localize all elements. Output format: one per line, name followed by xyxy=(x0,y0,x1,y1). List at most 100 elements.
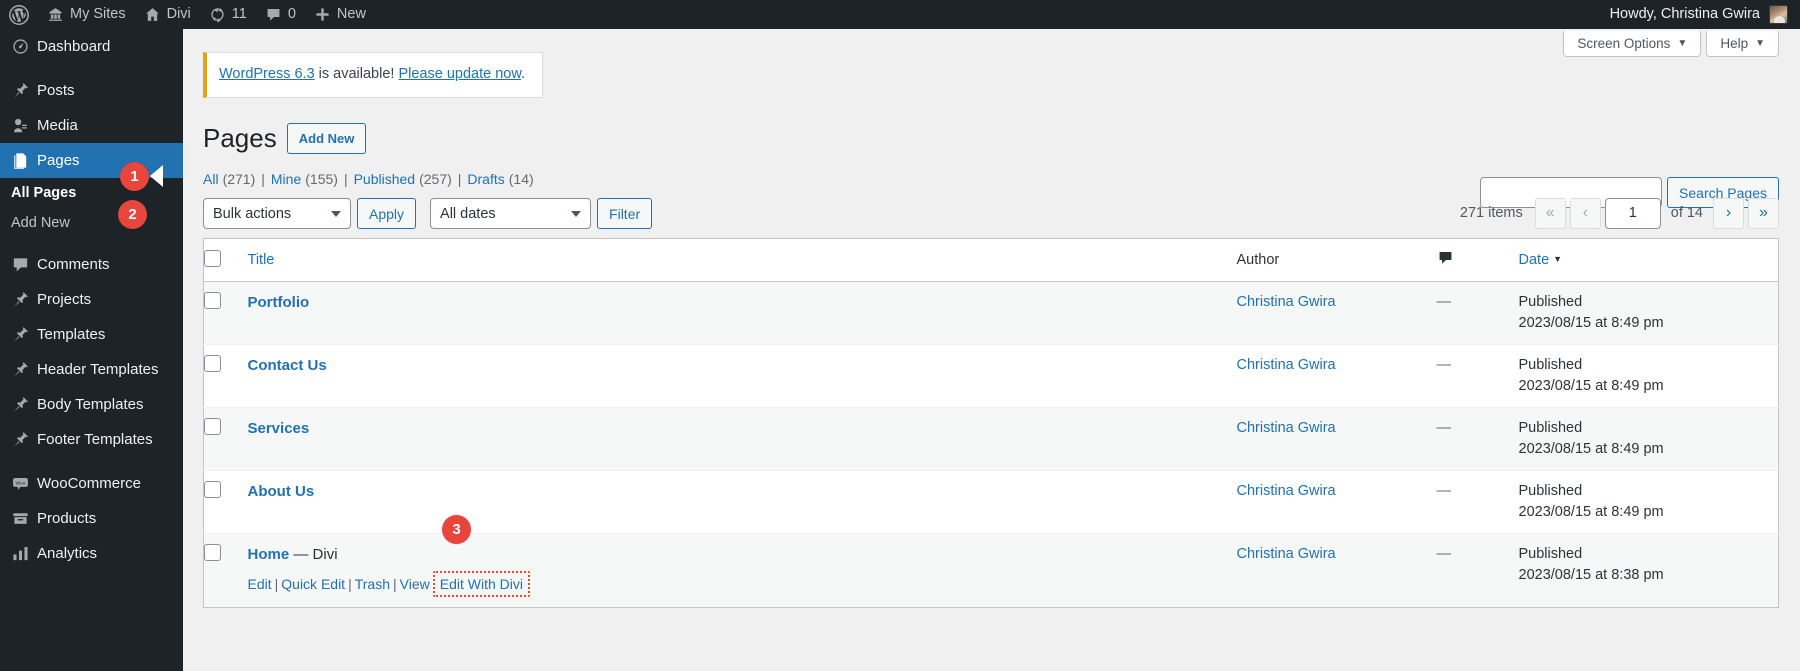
sidebar-item-add-new-page[interactable]: Add New xyxy=(0,208,183,238)
sidebar-item-label: Body Templates xyxy=(37,396,144,413)
author-link[interactable]: Christina Gwira xyxy=(1237,483,1336,499)
sidebar-item-label: Analytics xyxy=(37,545,98,562)
sidebar-item-templates[interactable]: Templates xyxy=(0,317,183,352)
admin-bar-item-my-sites[interactable]: My Sites xyxy=(38,0,135,29)
author-link[interactable]: Christina Gwira xyxy=(1237,546,1336,562)
row-date-cell: Published 2023/08/15 at 8:49 pm xyxy=(1518,343,1779,408)
sort-by-date-link[interactable]: Date xyxy=(1519,252,1550,268)
sidebar-item-analytics[interactable]: Analytics xyxy=(0,536,183,571)
pin-icon xyxy=(11,360,37,379)
pages-icon xyxy=(11,151,37,170)
table-row[interactable]: Portfolio Christina Gwira — Published 20… xyxy=(203,280,1779,345)
row-select-checkbox[interactable] xyxy=(204,291,221,309)
page-title-link[interactable]: Portfolio xyxy=(248,294,310,311)
author-link[interactable]: Christina Gwira xyxy=(1237,420,1336,436)
callout-number: 3 xyxy=(452,521,461,538)
total-pages-label: of 14 xyxy=(1670,205,1703,222)
status-filter-drafts[interactable]: Drafts (14) xyxy=(467,171,533,187)
author-link[interactable]: Christina Gwira xyxy=(1237,294,1336,310)
sidebar-item-media[interactable]: Media xyxy=(0,108,183,143)
edit-link[interactable]: Edit xyxy=(248,576,272,592)
bulk-actions-select-wrap: Bulk actions xyxy=(203,198,351,230)
comments-column-header xyxy=(1436,238,1519,282)
page-title-link[interactable]: Home — Divi xyxy=(248,546,338,563)
status-filter-link[interactable]: All xyxy=(203,171,219,187)
previous-page-button[interactable]: ‹ xyxy=(1569,197,1601,229)
sort-by-title-link[interactable]: Title xyxy=(248,252,275,268)
edit-with-divi-link[interactable]: Edit With Divi xyxy=(432,570,530,597)
table-row[interactable]: Contact Us Christina Gwira — Published 2… xyxy=(203,343,1779,408)
sidebar-item-body-templates[interactable]: Body Templates xyxy=(0,387,183,422)
admin-bar-item-site-name[interactable]: Divi xyxy=(135,0,200,29)
post-date: 2023/08/15 at 8:49 pm xyxy=(1518,503,1664,520)
wordpress-logo-button[interactable] xyxy=(0,0,38,29)
sidebar-item-label: Dashboard xyxy=(37,38,111,55)
status-filter-link[interactable]: Drafts xyxy=(467,171,504,187)
sidebar-item-woocommerce[interactable]: Woo WooCommerce xyxy=(0,466,183,501)
view-link[interactable]: View xyxy=(400,576,430,592)
row-checkbox-cell xyxy=(203,532,248,608)
status-filter-all[interactable]: All (271) | xyxy=(203,171,271,187)
sidebar-item-products[interactable]: Products xyxy=(0,501,183,536)
author-link[interactable]: Christina Gwira xyxy=(1237,357,1336,373)
row-select-checkbox[interactable] xyxy=(204,417,221,435)
sidebar-item-posts[interactable]: Posts xyxy=(0,73,183,108)
pin-icon xyxy=(11,290,37,309)
wordpress-version-link[interactable]: WordPress 6.3 xyxy=(219,66,315,82)
trash-link[interactable]: Trash xyxy=(355,576,390,592)
status-filter-published[interactable]: Published (257) | xyxy=(354,171,468,187)
page-title-text: Home xyxy=(247,545,290,563)
table-row[interactable]: Home — Divi Edit | Quick Edit | Trash | View Ed… xyxy=(203,532,1779,608)
admin-bar-label: My Sites xyxy=(70,6,126,22)
next-page-button[interactable]: › xyxy=(1713,197,1744,229)
sidebar-item-label: Pages xyxy=(37,152,80,169)
row-checkbox-cell xyxy=(203,280,248,345)
quick-edit-link[interactable]: Quick Edit xyxy=(281,576,345,592)
separator: | xyxy=(261,170,265,187)
table-row[interactable]: Services Christina Gwira — Published 202… xyxy=(203,406,1779,471)
status-filter-link[interactable]: Published xyxy=(354,171,416,187)
first-page-button[interactable]: « xyxy=(1534,197,1566,229)
sidebar-item-footer-templates[interactable]: Footer Templates xyxy=(0,422,183,457)
current-page-input[interactable] xyxy=(1604,197,1661,229)
status-filter-count: (14) xyxy=(508,170,534,187)
status-filter-link[interactable]: Mine xyxy=(271,171,301,187)
separator: | xyxy=(457,170,462,187)
post-status: Published xyxy=(1518,545,1583,562)
bulk-actions-select[interactable]: Bulk actions xyxy=(203,198,351,230)
sidebar-item-label: WooCommerce xyxy=(37,475,141,492)
sidebar-item-dashboard[interactable]: Dashboard xyxy=(0,29,183,64)
page-title-link[interactable]: About Us xyxy=(248,483,315,500)
row-select-checkbox[interactable] xyxy=(204,543,221,561)
separator: | xyxy=(274,575,279,592)
sidebar-item-projects[interactable]: Projects xyxy=(0,282,183,317)
admin-sidebar-menu: Dashboard Posts Media Pages All Pages Ad… xyxy=(0,29,183,671)
pin-icon xyxy=(11,81,37,100)
table-row[interactable]: About Us Christina Gwira — Published 202… xyxy=(203,469,1779,534)
sidebar-item-comments[interactable]: Comments xyxy=(0,247,183,282)
apply-bulk-action-button[interactable]: Apply xyxy=(357,198,417,230)
status-filter-count: (155) xyxy=(305,170,338,187)
admin-bar-my-account[interactable]: Howdy, Christina Gwira xyxy=(1601,0,1800,29)
date-filter-select[interactable]: All dates xyxy=(430,198,592,230)
page-title-link[interactable]: Services xyxy=(248,420,310,437)
svg-text:Woo: Woo xyxy=(15,481,25,487)
admin-bar-item-updates[interactable]: 11 xyxy=(200,0,256,29)
last-page-button[interactable]: » xyxy=(1748,197,1779,229)
sidebar-item-header-templates[interactable]: Header Templates xyxy=(0,352,183,387)
please-update-now-link[interactable]: Please update now xyxy=(398,66,521,82)
add-new-page-button[interactable]: Add New xyxy=(286,122,367,155)
status-filter-mine[interactable]: Mine (155) | xyxy=(271,171,354,187)
author-column-label: Author xyxy=(1236,251,1280,268)
row-select-checkbox[interactable] xyxy=(204,354,221,372)
filter-button[interactable]: Filter xyxy=(597,198,653,230)
row-checkbox-cell xyxy=(203,406,248,471)
row-select-checkbox[interactable] xyxy=(204,480,221,498)
admin-bar-item-comments[interactable]: 0 xyxy=(256,0,305,29)
page-title-link[interactable]: Contact Us xyxy=(248,357,327,374)
row-author-cell: Christina Gwira xyxy=(1236,280,1437,345)
row-comments-cell: — xyxy=(1436,343,1519,408)
author-column-header: Author xyxy=(1236,238,1437,282)
admin-bar-item-new-content[interactable]: New xyxy=(305,0,375,29)
select-all-checkbox[interactable] xyxy=(204,249,221,267)
